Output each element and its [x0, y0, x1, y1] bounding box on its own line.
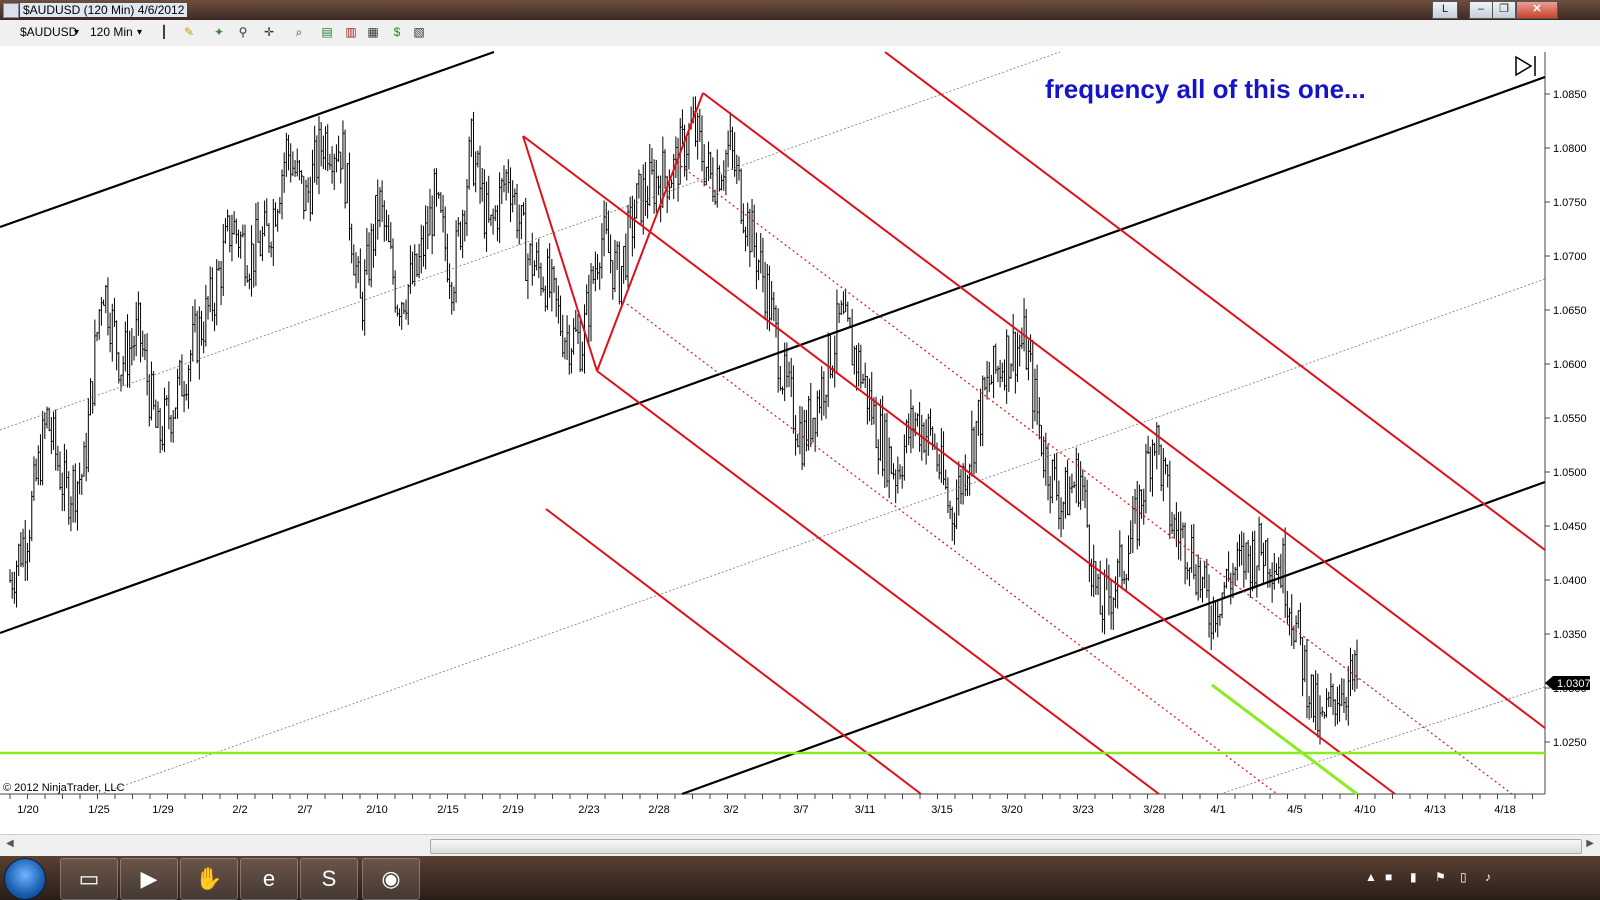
y-tick-label: 1.0550	[1553, 413, 1587, 425]
horizontal-scrollbar[interactable]: ◀ ▶	[0, 834, 1600, 857]
y-tick-label: 1.0400	[1553, 575, 1587, 587]
instrument-dropdown-icon[interactable]: ▾	[74, 27, 79, 38]
copyright-text: © 2012 NinjaTrader, LLC	[3, 782, 124, 794]
media-player-taskbar-icon[interactable]: ▶	[120, 858, 178, 900]
close-button[interactable]: ✕	[1516, 1, 1558, 19]
explorer-taskbar-icon[interactable]: ▭	[60, 858, 118, 900]
tray-network-icon[interactable]: ▮	[1410, 870, 1417, 884]
interval-selector[interactable]: 120 Min	[90, 25, 133, 39]
x-tick-label: 3/11	[855, 804, 876, 816]
x-tick-label: 4/1	[1210, 804, 1225, 816]
minimize-button[interactable]: –	[1469, 1, 1493, 19]
price-chart[interactable]: 1.0850 1.0800 1.0750 1.0700 1.0650 1.0600 1.05…	[0, 46, 1600, 834]
scroll-thumb[interactable]	[430, 839, 1582, 854]
y-tick-label: 1.0650	[1553, 305, 1587, 317]
tray-app-icon[interactable]: ■	[1385, 870, 1392, 884]
hand-tool-taskbar-icon[interactable]: ✋	[180, 858, 238, 900]
x-tick-label: 3/15	[931, 804, 952, 816]
skype-taskbar-icon[interactable]: S	[300, 858, 358, 900]
scroll-right-icon[interactable]: ▶	[1586, 838, 1594, 849]
magic-wand-icon[interactable]: ✦	[212, 25, 226, 39]
money-icon[interactable]: $	[390, 25, 404, 39]
x-tick-label: 2/19	[502, 804, 523, 816]
pin-icon[interactable]: ⚲	[236, 25, 250, 39]
x-tick-label: 2/28	[648, 804, 669, 816]
y-tick-label: 1.0250	[1553, 737, 1587, 749]
x-tick-label: 4/5	[1287, 804, 1302, 816]
windows-taskbar: ▭ ▶ ✋ e S ◉ ▲ ■ ▮ ⚑ ▯ ♪	[0, 856, 1600, 900]
x-tick-label: 4/13	[1424, 804, 1445, 816]
y-tick-label: 1.0350	[1553, 629, 1587, 641]
x-tick-label: 1/29	[152, 804, 173, 816]
y-tick-label: 1.0800	[1553, 143, 1587, 155]
x-tick-label: 4/18	[1494, 804, 1515, 816]
scroll-left-icon[interactable]: ◀	[6, 838, 14, 849]
x-tick-label: 3/20	[1001, 804, 1022, 816]
zoom-icon[interactable]: ⌕	[292, 25, 306, 39]
interval-dropdown-icon[interactable]: ▾	[137, 27, 142, 38]
tray-volume-icon[interactable]: ♪	[1485, 870, 1491, 884]
x-tick-label: 2/10	[366, 804, 387, 816]
crosshair-icon[interactable]: ✛	[262, 25, 276, 39]
x-tick-label: 3/7	[793, 804, 808, 816]
x-tick-label: 2/15	[437, 804, 458, 816]
x-tick-label: 3/2	[723, 804, 738, 816]
maximize-button[interactable]: ❐	[1492, 1, 1516, 19]
y-tick-label: 1.0750	[1553, 197, 1587, 209]
x-tick-label: 2/7	[297, 804, 312, 816]
x-tick-label: 1/20	[17, 804, 38, 816]
link-button[interactable]: L	[1432, 1, 1458, 19]
chart-properties-icon[interactable]: ▦	[366, 25, 380, 39]
ninjatrader-taskbar-icon[interactable]: ◉	[362, 858, 420, 900]
y-tick-label: 1.0600	[1553, 359, 1587, 371]
y-tick-label: 1.0850	[1553, 89, 1587, 101]
x-tick-label: 4/10	[1354, 804, 1375, 816]
chart-annotation: frequency all of this one...	[1045, 74, 1366, 104]
x-tick-label: 3/23	[1072, 804, 1093, 816]
y-tick-label: 1.0450	[1553, 521, 1587, 533]
x-tick-label: 1/25	[88, 804, 109, 816]
tray-arrow-icon[interactable]: ▲	[1365, 870, 1377, 884]
y-tick-label: 1.0700	[1553, 251, 1587, 263]
app-icon	[3, 3, 19, 18]
data-box-icon[interactable]: ▤	[320, 25, 334, 39]
tray-battery-icon[interactable]: ▯	[1460, 870, 1467, 884]
tray-flag-icon[interactable]: ⚑	[1435, 870, 1446, 884]
x-tick-label: 3/28	[1143, 804, 1164, 816]
window-titlebar[interactable]: $AUDUSD (120 Min) 4/6/2012 L – ❐ ✕	[0, 0, 1600, 20]
current-price-label: 1.0307	[1557, 678, 1591, 690]
current-price-marker: 1.0307	[1545, 676, 1591, 690]
x-tick-label: 2/23	[578, 804, 599, 816]
y-tick-label: 1.0500	[1553, 467, 1587, 479]
bar-type-icon[interactable]: ┃	[157, 25, 171, 39]
start-button[interactable]	[4, 858, 46, 900]
instrument-selector[interactable]: $AUDUSD	[20, 25, 77, 39]
strategy-icon[interactable]: ▥	[344, 25, 358, 39]
x-tick-label: 2/2	[232, 804, 247, 816]
internet-explorer-taskbar-icon[interactable]: e	[240, 858, 298, 900]
pencil-draw-icon[interactable]: ✎	[182, 25, 196, 39]
window-title: $AUDUSD (120 Min) 4/6/2012	[20, 3, 188, 17]
chart-toolbar: $AUDUSD ▾ 120 Min ▾ ┃ ✎ ✦ ⚲ ✛ ⌕ ▤ ▥ ▦ $ …	[0, 20, 1600, 47]
indicator-icon[interactable]: ▧	[412, 25, 426, 39]
